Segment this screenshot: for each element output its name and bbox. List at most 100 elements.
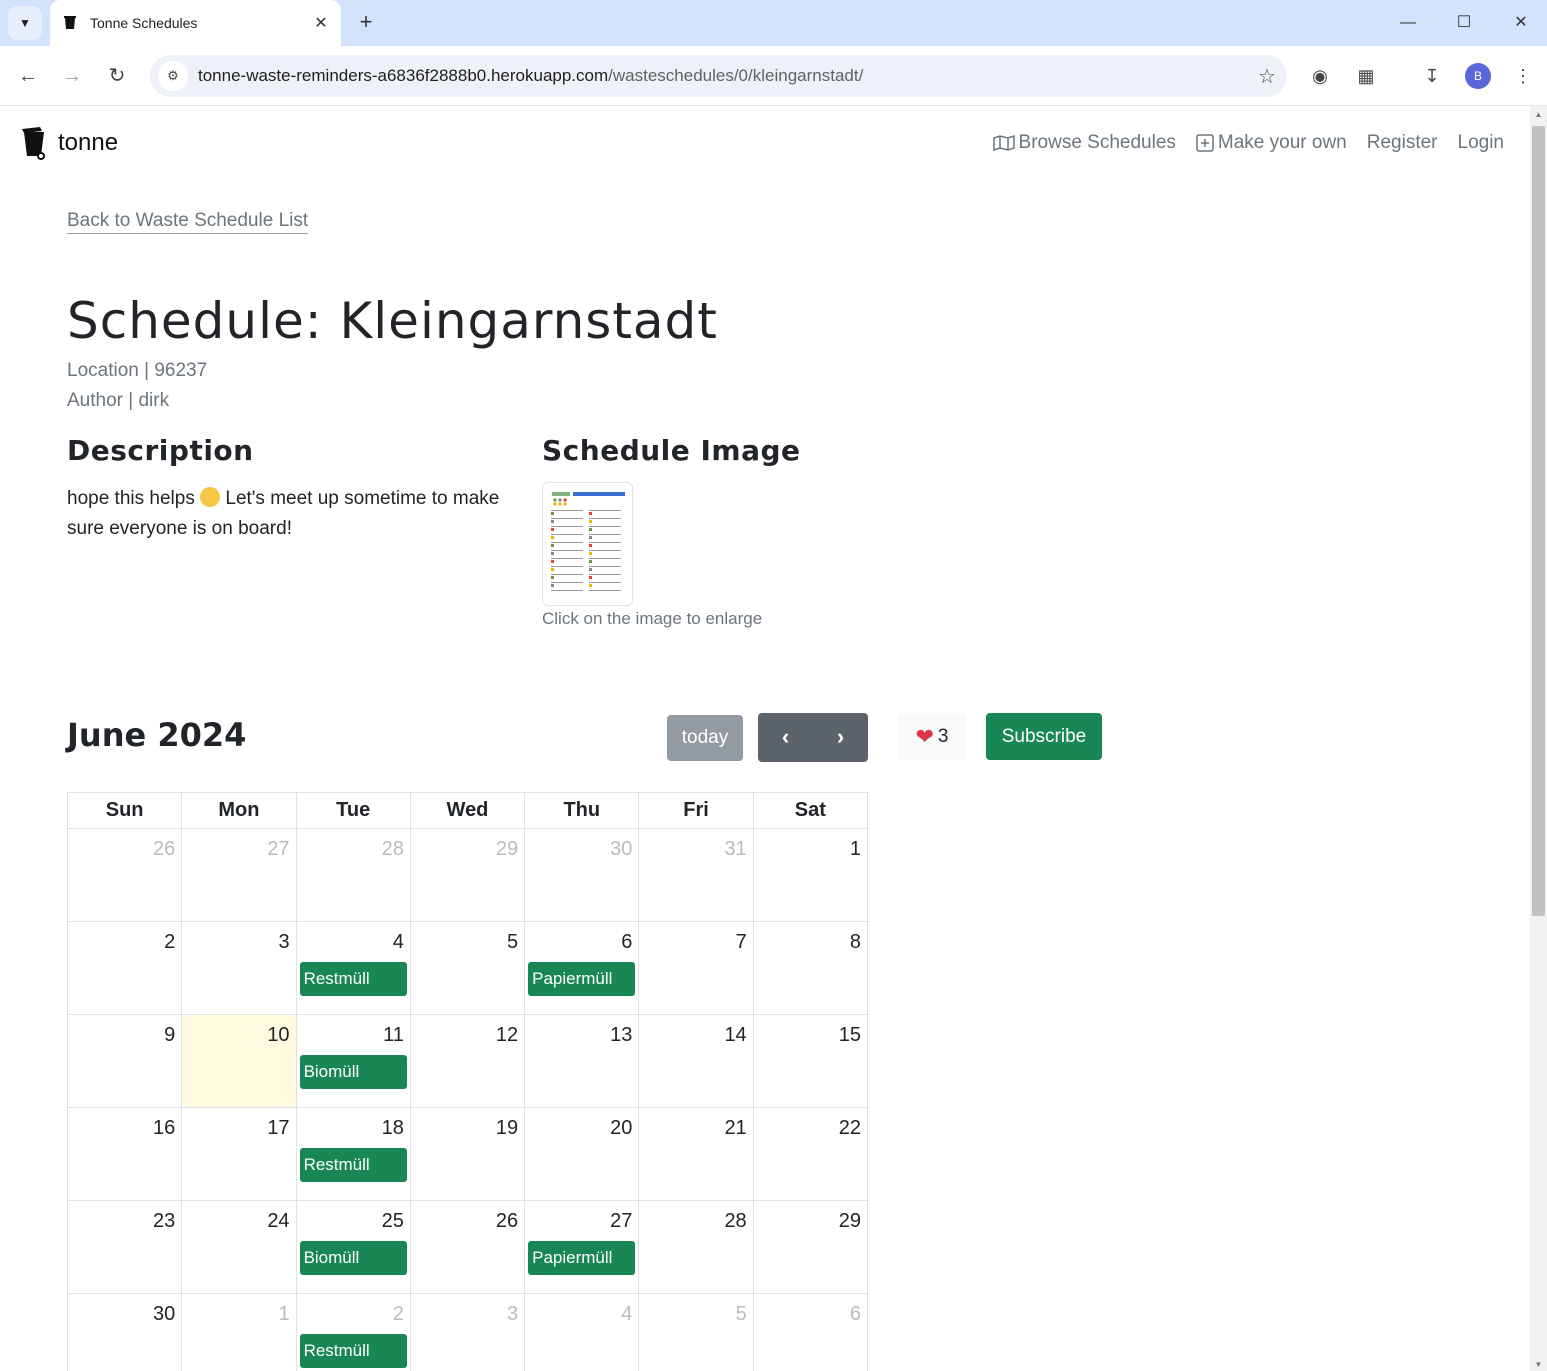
collection-event[interactable]: Papiermüll xyxy=(528,1241,636,1275)
day-number: 8 xyxy=(849,931,861,953)
page-scrollbar[interactable]: ▲ ▼ xyxy=(1530,106,1547,1371)
download-icon[interactable]: ↧ xyxy=(1417,61,1447,91)
day-number: 18 xyxy=(381,1117,404,1139)
calendar-day[interactable]: 31 xyxy=(638,828,754,922)
day-number: 29 xyxy=(838,1210,861,1232)
brand[interactable]: tonne xyxy=(20,126,118,160)
calendar-day[interactable]: 30 xyxy=(66,1293,183,1371)
weekday-header: Sun xyxy=(66,792,183,829)
calendar-day[interactable]: 25 Biomüll xyxy=(295,1200,411,1294)
subscribe-button[interactable]: Subscribe xyxy=(986,713,1102,760)
calendar-day[interactable]: 27 Papiermüll xyxy=(524,1200,640,1294)
calendar-day[interactable]: 5 xyxy=(409,921,526,1015)
calendar-day[interactable]: 22 xyxy=(752,1107,869,1201)
maximize-icon[interactable]: ☐ xyxy=(1444,8,1484,38)
calendar-day[interactable]: 15 xyxy=(752,1014,869,1108)
collection-event[interactable]: Restmüll xyxy=(299,1148,407,1182)
calendar-day-today[interactable]: 10 xyxy=(181,1014,297,1108)
day-number: 20 xyxy=(610,1117,633,1139)
like-button[interactable]: ❤ 3 xyxy=(898,713,966,760)
calendar-day[interactable]: 2 xyxy=(66,921,183,1015)
calendar-day[interactable]: 11 Biomüll xyxy=(295,1014,411,1108)
day-number: 1 xyxy=(278,1303,290,1325)
close-window-icon[interactable]: ✕ xyxy=(1501,8,1541,38)
calendar-day[interactable]: 21 xyxy=(638,1107,754,1201)
calendar-day[interactable]: 30 xyxy=(524,828,640,922)
calendar-day[interactable]: 24 xyxy=(181,1200,297,1294)
calendar-day[interactable]: 3 xyxy=(181,921,297,1015)
bookmark-star-icon[interactable]: ☆ xyxy=(1247,64,1287,89)
calendar-day[interactable]: 9 xyxy=(66,1014,183,1108)
calendar-day[interactable]: 26 xyxy=(66,828,183,922)
location-text: Location | 96237 xyxy=(67,360,208,381)
calendar-day[interactable]: 29 xyxy=(409,828,526,922)
calendar-day[interactable]: 12 xyxy=(409,1014,526,1108)
collection-event[interactable]: Restmüll xyxy=(299,962,407,996)
scroll-down-icon[interactable]: ▼ xyxy=(1530,1360,1547,1369)
calendar-day[interactable]: 1 xyxy=(181,1293,297,1371)
calendar-day[interactable]: 28 xyxy=(638,1200,754,1294)
calendar-day[interactable]: 4 xyxy=(524,1293,640,1371)
collection-event[interactable]: Biomüll xyxy=(299,1055,407,1089)
calendar-day[interactable]: 28 xyxy=(295,828,411,922)
back-arrow-icon[interactable]: ← xyxy=(11,59,45,93)
reload-icon[interactable]: ↻ xyxy=(100,59,134,93)
nav-login[interactable]: Login xyxy=(1458,132,1505,154)
page-title: Schedule: Kleingarnstadt xyxy=(67,292,718,350)
url-text[interactable]: tonne-waste-reminders-a6836f2888b0.herok… xyxy=(198,66,1247,86)
calendar-day[interactable]: 19 xyxy=(409,1107,526,1201)
scrollbar-thumb[interactable] xyxy=(1532,126,1545,916)
forward-arrow-icon[interactable]: → xyxy=(55,59,89,93)
new-tab-icon[interactable]: + xyxy=(352,8,380,36)
nav-register[interactable]: Register xyxy=(1367,132,1438,154)
calendar-day[interactable]: 7 xyxy=(638,921,754,1015)
site-info-icon[interactable]: ⚙ xyxy=(158,61,188,91)
minimize-icon[interactable]: — xyxy=(1388,8,1428,38)
back-to-list-link[interactable]: Back to Waste Schedule List xyxy=(67,210,309,234)
calendar-day[interactable]: 3 xyxy=(409,1293,526,1371)
calendar-day[interactable]: 14 xyxy=(638,1014,754,1108)
extensions-puzzle-icon[interactable]: ▦ xyxy=(1351,61,1381,91)
calendar-day[interactable]: 20 xyxy=(524,1107,640,1201)
collection-event[interactable]: Biomüll xyxy=(299,1241,407,1275)
more-menu-icon[interactable]: ⋮ xyxy=(1508,61,1538,91)
calendar-day[interactable]: 5 xyxy=(638,1293,754,1371)
nav-browse-schedules[interactable]: Browse Schedules xyxy=(992,132,1176,154)
day-number: 1 xyxy=(849,838,861,860)
calendar-day[interactable]: 23 xyxy=(66,1200,183,1294)
scroll-up-icon[interactable]: ▲ xyxy=(1530,110,1547,119)
extension-glasses-icon[interactable]: ◉ xyxy=(1305,61,1335,91)
calendar-day[interactable]: 4 Restmüll xyxy=(295,921,411,1015)
calendar-day[interactable]: 18 Restmüll xyxy=(295,1107,411,1201)
calendar-day[interactable]: 16 xyxy=(66,1107,183,1201)
weekday-header: Wed xyxy=(409,792,526,829)
calendar-day[interactable]: 6 xyxy=(752,1293,869,1371)
day-number: 7 xyxy=(735,931,747,953)
calendar-day[interactable]: 1 xyxy=(752,828,869,922)
profile-avatar[interactable]: B xyxy=(1465,63,1491,89)
calendar-day[interactable]: 26 xyxy=(409,1200,526,1294)
day-number: 2 xyxy=(164,931,176,953)
collection-event[interactable]: Restmüll xyxy=(299,1334,407,1368)
collection-event[interactable]: Papiermüll xyxy=(528,962,636,996)
calendar-day[interactable]: 8 xyxy=(752,921,869,1015)
browser-tab[interactable]: Tonne Schedules ✕ xyxy=(50,0,341,46)
tab-search-button[interactable]: ▼ xyxy=(8,6,42,40)
calendar-day[interactable]: 17 xyxy=(181,1107,297,1201)
close-tab-icon[interactable]: ✕ xyxy=(307,13,335,33)
calendar-day[interactable]: 2 Restmüll xyxy=(295,1293,411,1371)
weekday-header: Sat xyxy=(752,792,869,829)
calendar-day[interactable]: 6 Papiermüll xyxy=(524,921,640,1015)
calendar-week-row: 9 10 11 Biomüll 12 13 14 15 xyxy=(66,1014,869,1108)
calendar-week-row: 23 24 25 Biomüll 26 27 Papiermüll 28 29 xyxy=(66,1200,869,1294)
calendar-day[interactable]: 13 xyxy=(524,1014,640,1108)
today-button[interactable]: today xyxy=(667,715,743,761)
schedule-image-thumbnail[interactable] xyxy=(542,482,633,606)
calendar-day[interactable]: 29 xyxy=(752,1200,869,1294)
weekday-header: Fri xyxy=(638,792,754,829)
prev-month-button[interactable]: ‹ xyxy=(758,713,813,762)
next-month-button[interactable]: › xyxy=(813,713,868,762)
address-bar[interactable]: ⚙ tonne-waste-reminders-a6836f2888b0.her… xyxy=(150,55,1287,97)
nav-make-your-own[interactable]: Make your own xyxy=(1196,132,1347,154)
calendar-day[interactable]: 27 xyxy=(181,828,297,922)
